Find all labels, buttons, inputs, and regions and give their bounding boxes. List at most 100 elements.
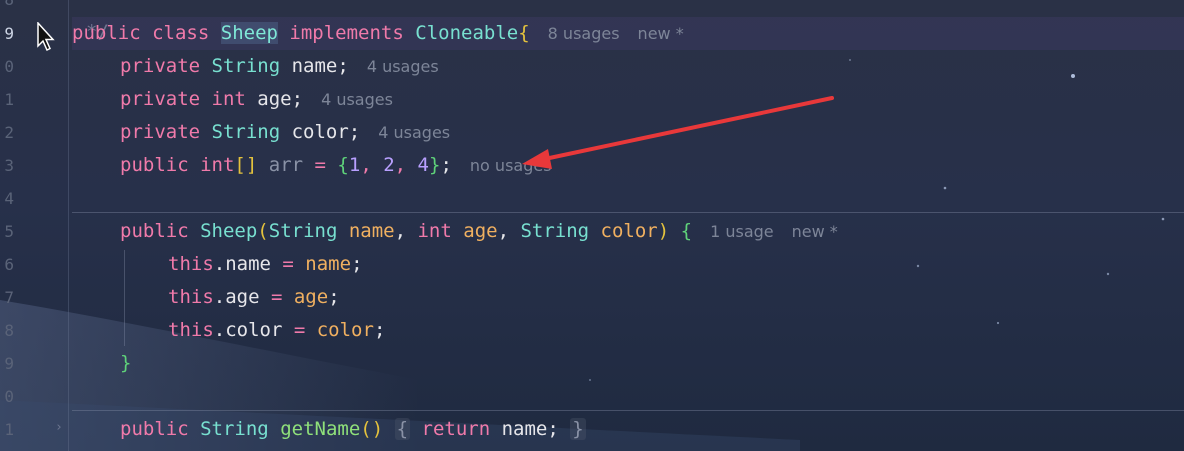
line-number: 2 (4, 123, 14, 142)
line-number: 6 (4, 255, 14, 274)
keyword: private (120, 121, 201, 143)
fold-chevron-icon[interactable]: › (55, 420, 63, 435)
code-line-field-color: private String color; 4 usages (72, 116, 1184, 149)
type: int (211, 88, 246, 110)
constructor-name[interactable]: Sheep (200, 220, 257, 242)
author-hint[interactable]: new * (638, 24, 684, 43)
comma: , (497, 220, 521, 242)
param-ref: color (316, 319, 374, 341)
code-line-constructor: public Sheep(String name, int age, Strin… (72, 215, 1184, 248)
code-line-field-arr: public int[] arr = {1, 2, 4}; no usages (72, 149, 1184, 182)
semicolon: ; (328, 286, 340, 308)
comma: , (394, 154, 418, 176)
type: String (268, 220, 338, 242)
field-ref: .age (213, 286, 260, 308)
line-number-current: 9 (4, 24, 14, 43)
comma: , (360, 154, 384, 176)
number: 1 (348, 154, 361, 176)
method-separator (72, 410, 1184, 411)
paren: () (360, 418, 384, 440)
line-number: 0 (4, 57, 14, 76)
param-ref: age (293, 286, 329, 308)
line-number: 4 (4, 189, 14, 208)
keyword: return (421, 418, 491, 440)
line-number: 5 (4, 222, 14, 241)
usages-hint[interactable]: 4 usages (321, 90, 393, 109)
usages-hint[interactable]: 8 usages (548, 24, 620, 43)
line-number: 1 (4, 90, 14, 109)
folded-brace[interactable]: { (394, 418, 411, 440)
code-line-class-declaration: public class Sheep implements Cloneable{… (72, 17, 1184, 50)
usages-hint[interactable]: 4 usages (378, 123, 450, 142)
brace: { (669, 220, 693, 242)
code-line-field-age: private int age; 4 usages (72, 83, 1184, 116)
line-number: 1 (4, 420, 14, 439)
type: String (211, 121, 281, 143)
field-ref: .color (213, 319, 283, 341)
line-number: 7 (4, 288, 14, 307)
line-number-gutter: 8 9 0 1 2 3 4 5 6 7 8 9 0 1 › (0, 0, 69, 451)
field-decl: color; (280, 121, 361, 143)
code-line-field-name: private String name; 4 usages (72, 50, 1184, 83)
code-line-assign-age: this.age = age; (72, 281, 1184, 314)
keyword: class (152, 22, 210, 44)
param: name (337, 220, 395, 242)
operator: = (282, 319, 317, 341)
type: String (211, 55, 281, 77)
number: 2 (383, 154, 395, 176)
keyword: public (120, 220, 189, 242)
interface-name[interactable]: Cloneable (415, 22, 518, 44)
operator: = (259, 286, 294, 308)
paren: ( (257, 220, 269, 242)
usages-hint[interactable]: 1 usage (710, 222, 774, 241)
param-ref: name (305, 253, 352, 275)
line-number: 3 (4, 156, 14, 175)
method-separator (72, 212, 1184, 213)
code-line-assign-name: this.name = name; (72, 248, 1184, 281)
brace: } (429, 154, 441, 176)
operator: = (270, 253, 306, 275)
type: int (417, 220, 452, 242)
method-name[interactable]: getName (280, 418, 360, 440)
code-line-ctor-close: } (72, 347, 1184, 380)
field-ref: .name (213, 253, 271, 275)
indent-guide (124, 250, 125, 346)
code-line-assign-color: this.color = color; (72, 314, 1184, 347)
line-number: 8 (4, 321, 14, 340)
folded-brace[interactable]: } (570, 418, 586, 440)
param: color (589, 220, 658, 242)
keyword: public (120, 154, 189, 176)
semicolon: ; (351, 253, 363, 275)
author-hint[interactable]: new * (792, 222, 838, 241)
keyword: public (72, 22, 141, 44)
keyword: implements (289, 22, 404, 44)
paren: ) (657, 220, 670, 242)
return-expr: name; (490, 418, 559, 440)
mouse-cursor-icon (37, 22, 55, 52)
line-number: 0 (4, 387, 14, 406)
line-number: 9 (4, 354, 14, 373)
keyword: public (120, 418, 189, 440)
type: int (200, 154, 235, 176)
class-name[interactable]: Sheep (220, 22, 278, 44)
brace: } (120, 352, 132, 374)
keyword: private (120, 55, 201, 77)
unused-field-name: arr (257, 154, 304, 176)
semicolon: ; (373, 319, 386, 341)
line-number: 8 (0, 0, 14, 16)
operator: = (303, 154, 338, 176)
type: String (200, 418, 269, 440)
brace: { (337, 154, 349, 176)
code-line: */ (72, 0, 1184, 43)
keyword-this: this (168, 286, 214, 308)
array-brackets: [] (234, 154, 258, 176)
number: 4 (417, 154, 429, 176)
usages-hint[interactable]: no usages (470, 156, 552, 175)
brace: { (518, 22, 530, 44)
comma: , (394, 220, 418, 242)
type: String (520, 220, 590, 242)
keyword: private (120, 88, 201, 110)
semicolon: ; (440, 154, 452, 176)
usages-hint[interactable]: 4 usages (367, 57, 439, 76)
keyword-this: this (168, 319, 214, 341)
